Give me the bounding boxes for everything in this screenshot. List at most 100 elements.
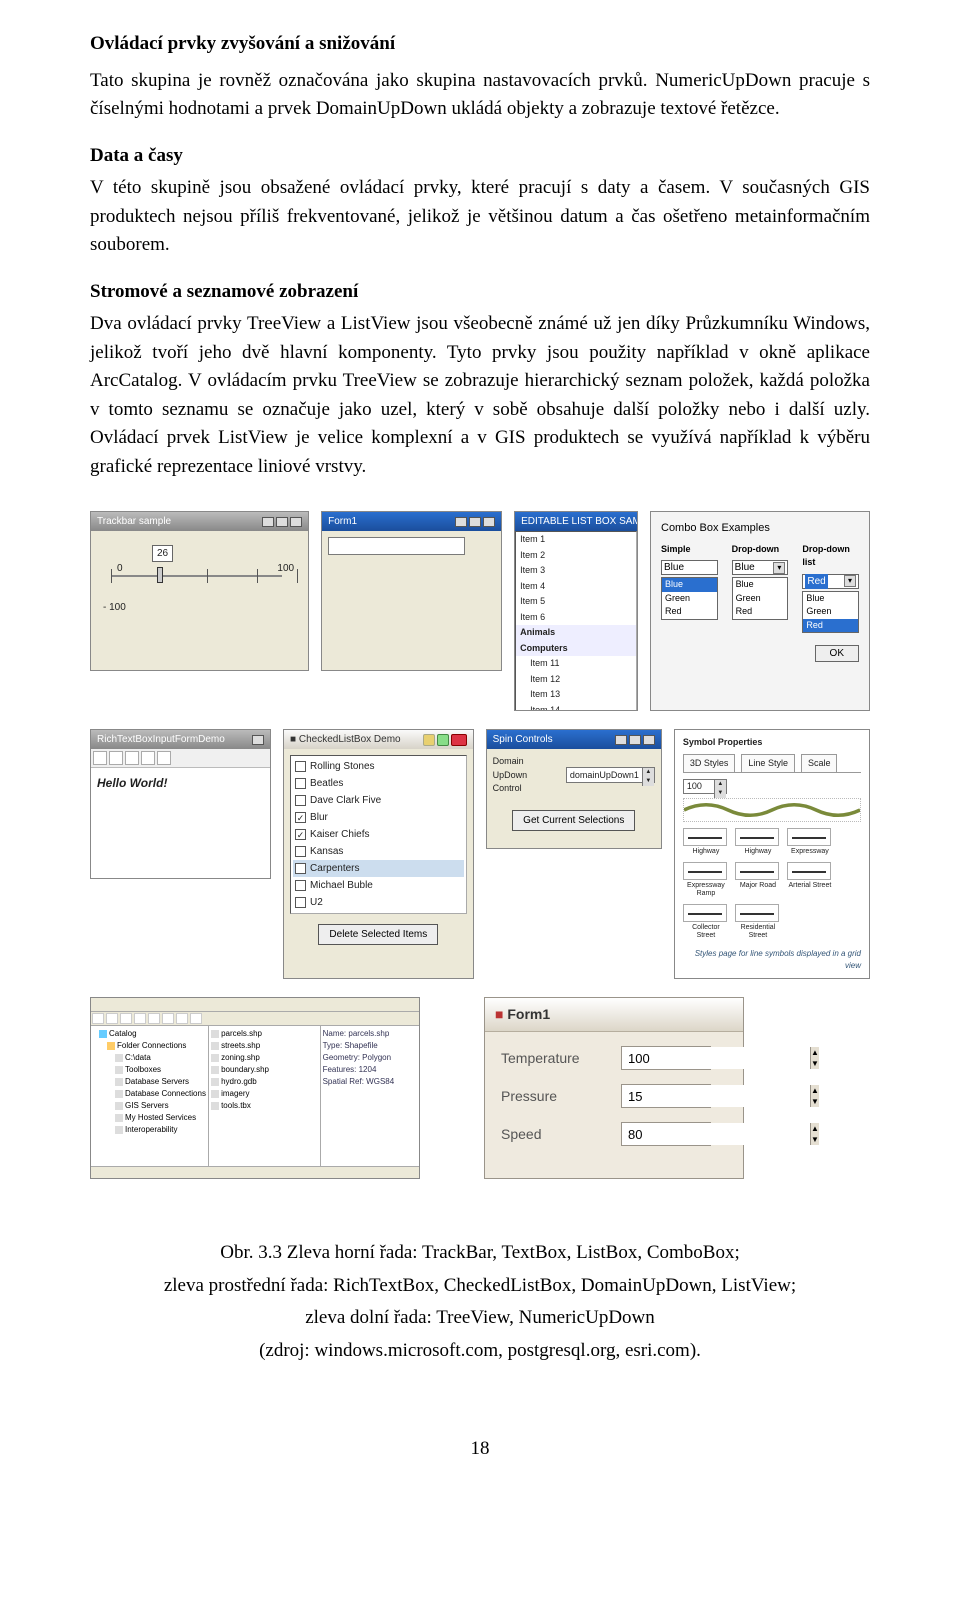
catalog-statusbar (91, 1166, 419, 1178)
bold-icon[interactable] (93, 751, 107, 765)
combobox-dropdown-field[interactable]: Blue ▾ (732, 560, 789, 575)
domainupdown-titlebar: Spin Controls (487, 730, 661, 749)
textbox-input[interactable] (328, 537, 465, 555)
close-icon[interactable] (290, 517, 302, 527)
combobox-simple-field[interactable]: Blue (661, 560, 718, 575)
textbox-titlebar: Form1 (322, 512, 501, 531)
spin-down-icon[interactable]: ▼ (642, 777, 654, 786)
close-icon[interactable] (483, 517, 495, 527)
toolbar-icon[interactable] (162, 1013, 174, 1024)
listbox-control[interactable]: Item 1Item 2Item 3Item 4Item 5Item 6Anim… (515, 531, 637, 711)
minimize-icon[interactable] (423, 734, 435, 746)
maximize-icon[interactable] (469, 517, 481, 527)
combobox-window: Combo Box Examples Simple Blue BlueGreen… (650, 511, 870, 711)
toolbar-icon[interactable] (134, 1013, 146, 1024)
richtext-content[interactable]: Hello World! (91, 768, 270, 878)
heading-datetime: Data a časy (90, 142, 870, 171)
symbolprops-title: Symbol Properties (683, 736, 861, 750)
spin-down-icon[interactable]: ▼ (810, 1058, 819, 1069)
trackbar-neg-label: - 100 (103, 600, 126, 615)
para-treeview: Dva ovládací prvky TreeView a ListView j… (90, 310, 870, 481)
textbox-title: Form1 (328, 514, 357, 529)
get-selections-button[interactable]: Get Current Selections (512, 810, 635, 831)
richtextbox-window: RichTextBoxInputFormDemo Hello World! (90, 729, 271, 879)
toolbar-icon[interactable] (120, 1013, 132, 1024)
toolbar-icon[interactable] (92, 1013, 104, 1024)
close-icon[interactable] (252, 735, 264, 745)
trackbar-value: 26 (152, 545, 173, 562)
caption-line-4: (zdroj: windows.microsoft.com, postgresq… (90, 1337, 870, 1366)
richtext-toolbar (91, 749, 270, 768)
para-datetime: V této skupině jsou obsažené ovládací pr… (90, 174, 870, 260)
trackbar-min-label: 0 (117, 561, 123, 576)
app-icon: ■ (495, 1006, 507, 1022)
maximize-icon[interactable] (629, 735, 641, 745)
richtext-titlebar: RichTextBoxInputFormDemo (91, 730, 270, 749)
maximize-icon[interactable] (276, 517, 288, 527)
spin-down-icon[interactable]: ▼ (810, 1134, 819, 1145)
align-left-icon[interactable] (157, 751, 171, 765)
para-updown: Tato skupina je rovněž označována jako s… (90, 67, 870, 124)
toolbar-icon[interactable] (176, 1013, 188, 1024)
symbol-properties-window: Symbol Properties 3D Styles Line Style S… (674, 729, 870, 979)
chevron-down-icon[interactable]: ▾ (844, 575, 856, 587)
tab-3d-styles[interactable]: 3D Styles (683, 754, 736, 773)
toolbar-icon[interactable] (190, 1013, 202, 1024)
app-icon: ■ (290, 734, 299, 745)
trackbar-thumb[interactable] (157, 567, 163, 583)
close-icon[interactable] (451, 734, 467, 746)
minimize-icon[interactable] (262, 517, 274, 527)
domainupdown-window: Spin Controls Domain UpDown Control doma… (486, 729, 662, 849)
toolbar-icon[interactable] (106, 1013, 118, 1024)
spin-up-icon[interactable]: ▲ (714, 780, 726, 789)
chevron-down-icon[interactable]: ▾ (773, 562, 785, 574)
checkedlistbox-control[interactable]: Rolling StonesBeatlesDave Clark Five✓Blu… (290, 755, 467, 914)
trackbar-max-label: 100 (277, 561, 294, 576)
listbox-titlebar: EDITABLE LIST BOX SAMPLE (515, 512, 637, 531)
textbox-form-window: Form1 (321, 511, 502, 671)
listbox-title: EDITABLE LIST BOX SAMPLE (521, 514, 638, 529)
spin-up-icon[interactable]: ▲ (810, 1085, 819, 1096)
numeric-input[interactable] (622, 1047, 810, 1069)
toolbar-icon[interactable] (148, 1013, 160, 1024)
caption-line-1: Obr. 3.3 Zleva horní řada: TrackBar, Tex… (90, 1239, 870, 1268)
numeric-input[interactable] (622, 1123, 810, 1145)
trackbar-titlebar: Trackbar sample (91, 512, 308, 531)
window-buttons (455, 517, 495, 527)
numeric-input[interactable] (622, 1085, 810, 1107)
catalog-tree[interactable]: CatalogFolder ConnectionsC:\dataToolboxe… (91, 1026, 209, 1166)
minimize-icon[interactable] (455, 517, 467, 527)
combobox-droplist-list[interactable]: BlueGreenRed (802, 591, 859, 634)
catalog-filelist[interactable]: parcels.shpstreets.shpzoning.shpboundary… (209, 1026, 321, 1166)
color-icon[interactable] (141, 751, 155, 765)
line-preview (683, 798, 861, 822)
close-icon[interactable] (643, 735, 655, 745)
underline-icon[interactable] (125, 751, 139, 765)
spin-down-icon[interactable]: ▼ (714, 789, 726, 798)
delete-selected-button[interactable]: Delete Selected Items (318, 924, 438, 945)
combobox-dropdown-list[interactable]: BlueGreenRed (732, 577, 789, 620)
trackbar-control[interactable]: 0 26 100 - 100 (97, 537, 302, 617)
tab-line-style[interactable]: Line Style (741, 754, 795, 773)
catalog-preview: Name: parcels.shpType: ShapefileGeometry… (321, 1026, 419, 1166)
trackbar-sample-window: Trackbar sample 0 26 (90, 511, 309, 671)
combobox-dropdown-label: Drop-down (732, 543, 789, 557)
domainupdown-field[interactable]: domainUpDown1 ▲ ▼ (566, 767, 655, 783)
spin-down-icon[interactable]: ▼ (810, 1096, 819, 1107)
minimize-icon[interactable] (615, 735, 627, 745)
window-buttons (262, 517, 302, 527)
trackbar-title: Trackbar sample (97, 514, 171, 529)
combobox-droplist-value: Red (805, 574, 827, 589)
combobox-droplist-field[interactable]: Red ▾ (802, 574, 859, 589)
combobox-simple-list[interactable]: BlueGreenRed (661, 577, 718, 620)
spin-up-icon[interactable]: ▲ (810, 1047, 819, 1058)
tab-scale[interactable]: Scale (801, 754, 838, 773)
symbolprops-scale-field[interactable]: 100 ▲▼ (683, 779, 727, 794)
spin-up-icon[interactable]: ▲ (810, 1123, 819, 1134)
checkedlistbox-window: ■ CheckedListBox Demo Rolling StonesBeat… (283, 729, 474, 979)
italic-icon[interactable] (109, 751, 123, 765)
spin-up-icon[interactable]: ▲ (642, 768, 654, 777)
line-style-grid[interactable]: HighwayHighwayExpresswayExpressway RampM… (683, 828, 861, 940)
maximize-icon[interactable] (437, 734, 449, 746)
ok-button[interactable]: OK (815, 645, 859, 662)
